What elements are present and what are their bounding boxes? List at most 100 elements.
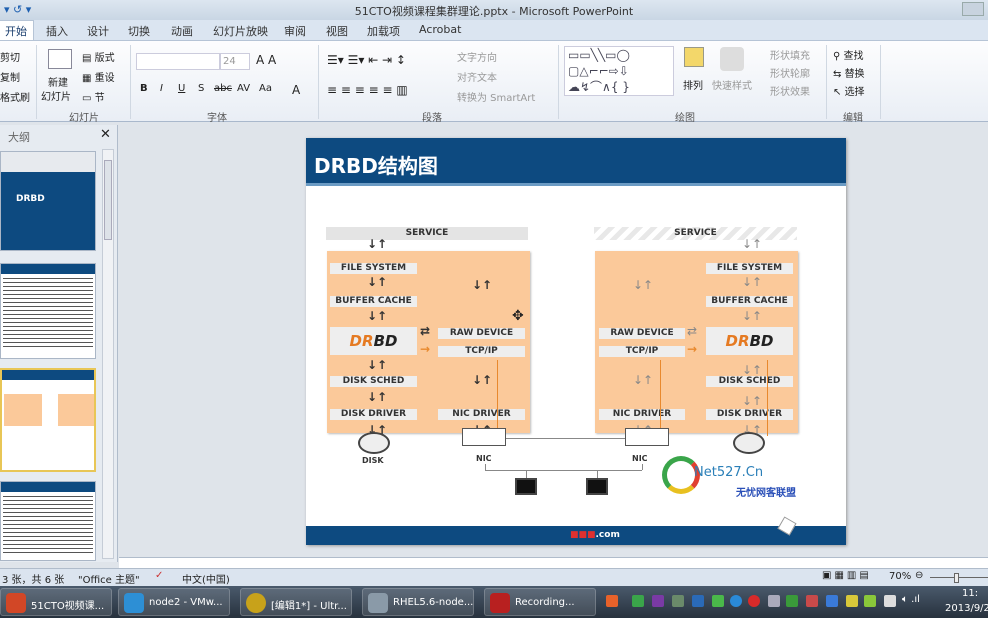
tab-outline[interactable]: 大纲 (8, 129, 30, 145)
underline-button[interactable]: U (178, 83, 185, 94)
label-raw-device-right: RAW DEVICE (599, 328, 685, 339)
group-label-drawing: 绘图 (675, 113, 695, 124)
change-case-button[interactable]: Aa (259, 83, 272, 94)
status-bar: 3 张，共 6 张 "Office 主题" ✓ 中文(中国) ▣▦▥▤ 70% … (0, 568, 988, 586)
shapes-gallery[interactable]: ▭▭╲╲▭◯ ▢△⌐⌐⇨⇩ ☁↯⌒∧{ } (564, 46, 674, 96)
text-direction-button[interactable]: 文字方向 (457, 49, 497, 64)
tab-view[interactable]: 视图 (326, 23, 348, 39)
tray-icon (786, 595, 798, 607)
quick-styles-button[interactable]: 快速样式 (712, 77, 752, 92)
reset-button[interactable]: ▦ 重设 (82, 69, 115, 84)
taskbar-item-rhel[interactable]: RHEL5.6-node... (362, 588, 474, 616)
shape-fill-button[interactable]: 形状填充 (770, 47, 810, 62)
strikethrough-button[interactable]: abc (214, 83, 232, 94)
close-panel-icon[interactable]: ✕ (100, 127, 111, 142)
italic-button[interactable]: I (160, 83, 163, 94)
char-spacing-button[interactable]: AV (237, 83, 250, 94)
tab-acrobat[interactable]: Acrobat (419, 23, 461, 36)
slide-thumb-2[interactable] (0, 263, 96, 359)
taskbar-item-ultraedit[interactable]: [编辑1*] - Ultr... (240, 588, 352, 616)
shape-effects-button[interactable]: 形状效果 (770, 83, 810, 98)
quick-styles-icon (720, 47, 744, 71)
slide-thumb-4[interactable] (0, 481, 96, 561)
bold-button[interactable]: B (140, 83, 148, 94)
arrange-button[interactable]: 排列 (683, 77, 703, 92)
font-size-input[interactable]: 24 (220, 53, 250, 70)
replace-button[interactable]: ⇆ 替换 (833, 65, 865, 80)
title-bar: ▾ ↺ ▾ 51CTO视频课程集群理论.pptx - Microsoft Pow… (0, 0, 988, 20)
clock-date[interactable]: 2013/9/2 (945, 603, 988, 614)
tray-icon (748, 595, 760, 607)
replication-line (497, 360, 498, 430)
tab-design[interactable]: 设计 (87, 23, 109, 39)
spellcheck-icon[interactable]: ✓ (155, 570, 163, 581)
language[interactable]: 中文(中国) (182, 571, 230, 586)
arrow-icon: ↓↑ (742, 394, 763, 408)
disk-icon (358, 432, 390, 454)
arrow-icon: ↓↑ (742, 363, 763, 377)
layout-button[interactable]: ▤ 版式 (82, 49, 115, 64)
align-text-button[interactable]: 对齐文本 (457, 69, 497, 84)
replication-arrow-icon: → (420, 342, 431, 356)
label-tcpip-right: TCP/IP (599, 346, 685, 357)
theme-name[interactable]: "Office 主题" (78, 571, 140, 586)
tray-icon (768, 595, 780, 607)
group-label-font: 字体 (207, 113, 227, 124)
new-slide-dropdown[interactable]: 幻灯片 (41, 88, 71, 103)
ribbon: 剪切 复制 格式刷 新建 幻灯片 ▤ 版式 ▦ 重设 ▭ 节 幻灯片 24 A … (0, 40, 988, 124)
tab-home[interactable]: 开始 (0, 20, 34, 41)
shape-outline-button[interactable]: 形状轮廓 (770, 65, 810, 80)
tray-icon (806, 595, 818, 607)
align-icons[interactable]: ≡ ≡ ≡ ≡ ≡ ▥ (327, 83, 408, 97)
taskbar-item-vmware[interactable]: node2 - VMw... (118, 588, 230, 616)
clock-time[interactable]: 11: (962, 588, 978, 599)
taskbar-item-powerpoint[interactable]: 51CTO视频课... (0, 588, 112, 616)
font-name-input[interactable] (136, 53, 220, 70)
slides-panel: 大纲 ✕ DRBD (0, 125, 118, 562)
slide-canvas[interactable]: DRBD结构图 SERVICE FILE SYSTEM BUFFER CACHE… (306, 138, 846, 545)
grow-font-icon[interactable]: A A (256, 53, 276, 67)
copy-button[interactable]: 复制 (0, 69, 20, 84)
smartart-button[interactable]: 转换为 SmartArt (457, 89, 535, 104)
tab-animations[interactable]: 动画 (171, 23, 193, 39)
section-button[interactable]: ▭ 节 (82, 89, 105, 104)
volume-icon[interactable]: 🔈︎ .ıl (902, 594, 920, 605)
label-disk-driver-right: DISK DRIVER (706, 409, 793, 420)
label-nic-left: NIC (476, 454, 492, 463)
zoom-slider[interactable] (930, 577, 988, 578)
tab-insert[interactable]: 插入 (46, 23, 68, 39)
notes-pane[interactable] (119, 557, 988, 568)
arrow-icon: ↓↑ (367, 237, 388, 251)
find-button[interactable]: ⚲ 查找 (833, 47, 864, 62)
zoom-level[interactable]: 70% (889, 571, 911, 582)
vm-console-icon (368, 593, 388, 613)
watermark-text: Net527.Cn (694, 465, 764, 480)
replication-line (660, 360, 661, 430)
zoom-slider-thumb[interactable] (954, 573, 959, 583)
arrow-icon: ↓↑ (742, 275, 763, 289)
taskbar-item-recording[interactable]: Recording... (484, 588, 596, 616)
slide-thumb-1[interactable]: DRBD (0, 151, 96, 251)
select-button[interactable]: ↖ 选择 (833, 83, 865, 98)
tab-slideshow[interactable]: 幻灯片放映 (213, 23, 268, 39)
panel-scrollbar[interactable] (102, 149, 114, 559)
shadow-button[interactable]: S (198, 83, 204, 94)
slide-thumb-3[interactable] (0, 368, 96, 472)
font-color-button[interactable]: A (292, 83, 300, 97)
drbd-logo-right: DRBD (706, 327, 793, 355)
arrow-icon: ↓↑ (472, 278, 493, 292)
arrow-icon: ↓↑ (742, 309, 763, 323)
label-file-system-left: FILE SYSTEM (330, 263, 417, 274)
format-painter-button[interactable]: 格式刷 (0, 89, 30, 104)
zoom-out-icon[interactable]: ⊖ (915, 570, 923, 581)
view-buttons-icon[interactable]: ▣▦▥▤ (822, 570, 872, 581)
cut-button[interactable]: 剪切 (0, 49, 20, 64)
bullets-icon[interactable]: ☰▾ ☰▾ ⇤ ⇥ ↕ (327, 53, 406, 67)
slide-title[interactable]: DRBD结构图 (314, 150, 438, 179)
tab-review[interactable]: 审阅 (284, 23, 306, 39)
new-slide-button[interactable]: 新建 (48, 74, 68, 89)
minimize-button[interactable] (962, 2, 984, 16)
tab-transitions[interactable]: 切换 (128, 23, 150, 39)
tab-addins[interactable]: 加载项 (367, 23, 400, 39)
powerpoint-icon (6, 593, 26, 613)
